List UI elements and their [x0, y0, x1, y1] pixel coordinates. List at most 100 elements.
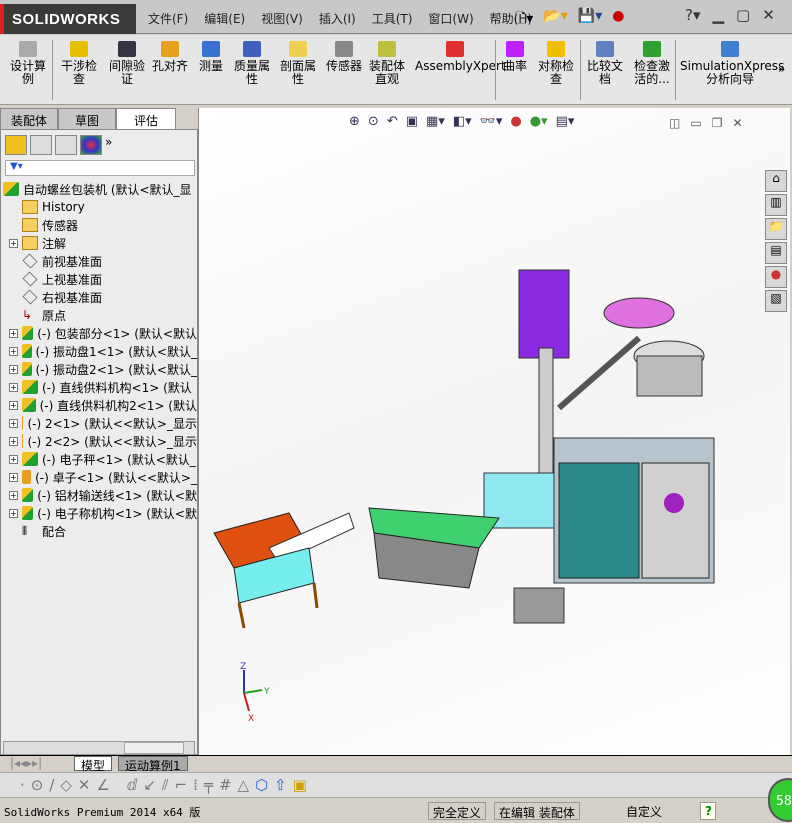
tree-item[interactable]: + (-) 2<2> (默认<<默认>_显示 — [3, 432, 197, 450]
tree-item[interactable]: History — [3, 198, 197, 216]
tree-item[interactable]: + (-) 卓子<1> (默认<<默认>_ — [3, 468, 197, 486]
solidworks-logo[interactable]: SOLIDWORKS — [0, 4, 136, 34]
ribbon-button[interactable]: 曲率 — [500, 41, 530, 73]
ribbon-button[interactable]: 装配体直观 — [365, 41, 409, 86]
rebuild-icon[interactable]: ● — [612, 8, 624, 32]
tree-item[interactable]: + (-) 振动盘1<1> (默认<默认_ — [3, 342, 197, 360]
menu-item[interactable]: 窗口(W) — [420, 10, 481, 27]
assembly-icon — [22, 380, 38, 394]
tab-motion-study[interactable]: 运动算例1 — [118, 756, 188, 773]
tab-sketch[interactable]: 草图 — [58, 108, 116, 130]
menu-item[interactable]: 视图(V) — [253, 10, 311, 27]
ribbon-button[interactable]: 质量属性 — [230, 41, 274, 86]
ribbon-button[interactable]: SimulationXpress分析向导 — [680, 41, 784, 86]
tree-item[interactable]: + (-) 振动盘2<1> (默认<默认_ — [3, 360, 197, 378]
tree-item[interactable]: + (-) 铝材输送线<1> (默认<默 — [3, 486, 197, 504]
assembly-model[interactable]: Z Y X — [199, 108, 791, 755]
ribbon-button[interactable]: 剖面属性 — [276, 41, 320, 86]
expand-icon[interactable]: + — [9, 364, 18, 374]
tree-item[interactable]: + (-) 包装部分<1> (默认<默认 — [3, 324, 197, 342]
view-palette-icon[interactable]: ▤ — [765, 242, 787, 264]
expand-icon[interactable]: + — [9, 418, 18, 428]
move-triad-icon[interactable]: ⇧ — [274, 776, 293, 794]
ribbon-button[interactable]: 设计算例 — [8, 41, 48, 86]
tree-filter-input[interactable]: ▼▾ — [5, 160, 195, 176]
ribbon-button[interactable]: 孔对齐 — [150, 41, 190, 73]
custom-properties-icon[interactable]: ▧ — [765, 290, 787, 312]
part-icon — [21, 470, 32, 484]
design-library-icon[interactable]: ▥ — [765, 194, 787, 216]
tree-item-label: (-) 振动盘2<1> (默认<默认_ — [35, 362, 197, 377]
menu-item[interactable]: 插入(I) — [311, 10, 364, 27]
measure-tool-icon[interactable]: ▣ — [293, 776, 313, 794]
help-status-icon[interactable]: ? — [700, 802, 716, 820]
file-explorer-icon[interactable]: 📁 — [765, 218, 787, 240]
tab-model[interactable]: 模型 — [74, 756, 113, 773]
tree-item[interactable]: 传感器 — [3, 216, 197, 234]
expand-icon[interactable]: + — [9, 328, 18, 338]
tab-evaluate[interactable]: 评估 — [116, 108, 176, 130]
appearances-icon[interactable]: ● — [765, 266, 787, 288]
tree-item[interactable]: ↳ 原点 — [3, 306, 197, 324]
expand-icon[interactable]: + — [9, 238, 18, 248]
feature-manager-icon[interactable] — [5, 135, 27, 155]
expand-icon[interactable]: + — [9, 400, 18, 410]
tree-item-label: 原点 — [42, 308, 67, 323]
ribbon-button[interactable]: 传感器 — [323, 41, 365, 73]
menu-item[interactable]: 文件(F) — [140, 10, 196, 27]
hole-alignment-icon — [161, 41, 179, 57]
folder-icon — [22, 236, 38, 250]
ribbon-button[interactable]: 检查激活的... — [630, 41, 674, 86]
expand-icon[interactable]: + — [9, 454, 18, 464]
tree-item[interactable]: 上视基准面 — [3, 270, 197, 288]
ribbon-button[interactable]: AssemblyXpert — [415, 41, 506, 73]
ribbon-button[interactable]: 对称检查 — [535, 41, 577, 86]
tree-item[interactable]: + (-) 电子称机构<1> (默认<默 — [3, 504, 197, 522]
expand-icon[interactable]: + — [9, 382, 18, 392]
tree-item[interactable]: + (-) 直线供料机构<1> (默认 — [3, 378, 197, 396]
help-icon[interactable]: ?▾ — [685, 6, 701, 24]
menu-item[interactable]: 工具(T) — [364, 10, 421, 27]
3d-view-icon[interactable]: ⬡ — [255, 776, 274, 794]
property-manager-icon[interactable] — [30, 135, 52, 155]
expand-icon[interactable]: + — [9, 346, 18, 356]
expand-icon[interactable]: + — [9, 436, 18, 446]
tree-item[interactable]: 自动螺丝包装机 (默认<默认_显 — [3, 180, 197, 198]
tab-assembly[interactable]: 装配体 — [0, 108, 58, 130]
close-button[interactable]: ✕ — [762, 6, 775, 24]
expand-icon[interactable]: + — [9, 490, 18, 500]
configuration-manager-icon[interactable] — [55, 135, 77, 155]
tree-item[interactable]: + (-) 2<1> (默认<<默认>_显示 — [3, 414, 197, 432]
tab-scroll-arrows[interactable]: |◂◂▸▸| — [4, 756, 48, 771]
new-document-icon[interactable]: 🗋▾ — [515, 8, 533, 32]
maximize-button[interactable]: ▢ — [736, 6, 750, 24]
tree-item[interactable]: 右视基准面 — [3, 288, 197, 306]
ribbon-button[interactable]: 间隙验证 — [105, 41, 149, 86]
resources-icon[interactable]: ⌂ — [765, 170, 787, 192]
horizontal-scrollbar[interactable] — [3, 741, 195, 755]
tree-item[interactable]: + 注解 — [3, 234, 197, 252]
tree-item-label: (-) 电子称机构<1> (默认<默 — [37, 506, 197, 521]
tree-item[interactable]: ⫴ 配合 — [3, 522, 197, 540]
menu-item[interactable]: 编辑(E) — [196, 10, 253, 27]
assembly-icon — [21, 362, 32, 376]
graphics-viewport[interactable]: ⊕ ⊙ ↶ ▣ ▦▾ ◧▾ 👓▾ ● ●▾ ▤▾ ◫ ▭ ❐ ✕ Z Y X ⌂… — [198, 108, 790, 755]
ribbon-separator — [52, 40, 53, 100]
units-selector[interactable]: 自定义 — [590, 802, 666, 820]
tree-item[interactable]: + (-) 电子秤<1> (默认<默认_ — [3, 450, 197, 468]
expand-icon[interactable]: + — [9, 508, 18, 518]
ribbon-button[interactable]: 干涉检查 — [58, 41, 100, 86]
ribbon-button[interactable]: 测量 — [196, 41, 226, 73]
minimize-button[interactable]: ▁ — [713, 6, 725, 24]
ribbon-overflow-icon[interactable]: » — [778, 63, 785, 76]
tree-item[interactable]: + (-) 直线供料机构2<1> (默认 — [3, 396, 197, 414]
ribbon-button[interactable]: 比较文档 — [585, 41, 625, 86]
open-icon[interactable]: 📂▾ — [543, 8, 567, 32]
sketch-tools-icon[interactable]: ·⊙/◇✕∠ ⅆ↙⫽⌐⁞╤#△ — [20, 776, 255, 794]
panel-toolbar: » — [5, 135, 127, 155]
display-manager-icon[interactable] — [80, 135, 102, 155]
tree-item[interactable]: 前视基准面 — [3, 252, 197, 270]
expand-icon[interactable]: + — [9, 472, 18, 482]
save-icon[interactable]: 💾▾ — [578, 8, 602, 32]
expand-panel-icon[interactable]: » — [105, 135, 127, 155]
